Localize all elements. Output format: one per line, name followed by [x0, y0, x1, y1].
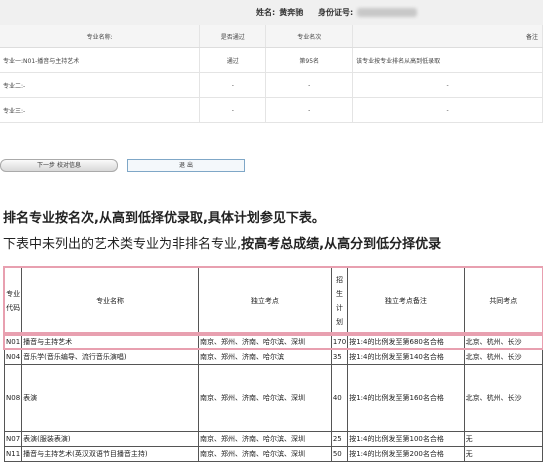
major-code: N08 — [3, 364, 23, 432]
header-code: 专业代码 — [3, 267, 23, 335]
result-header-row: 专业名称: 是否通过 专业名次 备注 — [0, 25, 543, 48]
major-name: 专业一:N01-播音与主持艺术 — [0, 47, 201, 73]
col-major-name: 专业名称: — [0, 25, 201, 48]
admission-rule-line2: 下表中未列出的艺术类专业为非排名专业,按高考总成绩,从高分到低分择优录 — [3, 233, 441, 252]
name-label: 姓名: — [256, 8, 276, 17]
next-verify-button[interactable]: 下一步 校对信息 — [0, 159, 118, 172]
quota: 170 — [330, 334, 349, 350]
identity-info: 姓名: 黄奔驰 身份证号: — [256, 7, 421, 18]
header-sites: 独立考点 — [197, 267, 332, 335]
name-value: 黄奔驰 — [279, 8, 304, 17]
admission-rule-line1: 排名专业按名次,从高到低择优录取,具体计划参见下表。 — [3, 211, 325, 226]
table-row: N07 表演(服装表演) 南京、郑州、济南、哈尔滨、深圳 25 按1:4的比例发… — [3, 431, 543, 447]
major-name: 表演(服装表演) — [21, 431, 199, 447]
sites-note: 按1:4的比例发至第200名合格 — [347, 446, 465, 462]
id-value-redacted — [357, 8, 418, 17]
exam-sites: 南京、郑州、济南、哈尔滨、深圳 — [197, 334, 332, 350]
common-sites: 无 — [463, 446, 543, 462]
header-sites-note: 独立考点备注 — [347, 267, 465, 335]
id-label: 身份证号: — [318, 8, 354, 17]
quota: 25 — [330, 431, 349, 447]
common-sites: 北京、杭州、长沙 — [463, 364, 543, 432]
col-pass: 是否通过 — [199, 25, 267, 48]
exam-sites: 南京、郑州、济南、哈尔滨、深圳 — [197, 446, 332, 462]
major-note: - — [352, 72, 543, 98]
major-rank: - — [265, 97, 354, 123]
table-row: N01 播音与主持艺术 南京、郑州、济南、哈尔滨、深圳 170 按1:4的比例发… — [3, 334, 543, 350]
header-bar: 姓名: 黄奔驰 身份证号: — [0, 0, 543, 26]
exam-sites: 南京、郑州、济南、哈尔滨 — [197, 349, 332, 365]
major-code: N07 — [3, 431, 23, 447]
common-sites: 无 — [463, 431, 543, 447]
major-note: - — [352, 97, 543, 123]
result-table: 专业名称: 是否通过 专业名次 备注 专业一:N01-播音与主持艺术 通过 第9… — [0, 25, 543, 123]
header-name: 专业名称 — [21, 267, 199, 335]
table-row: 专业三:- - - - — [0, 97, 543, 123]
major-code: N04 — [3, 349, 23, 365]
major-code: N01 — [3, 334, 23, 350]
table-row: N04 音乐学(音乐编导、流行音乐演唱) 南京、郑州、济南、哈尔滨 35 按1:… — [3, 349, 543, 365]
sites-note: 按1:4的比例发至第140名合格 — [347, 349, 465, 365]
major-rank: - — [265, 72, 354, 98]
common-sites: 北京、杭州、长沙 — [463, 349, 543, 365]
major-rank: 第95名 — [265, 47, 354, 73]
line2-bold-text: 按高考总成绩,从高分到低分择优录 — [241, 237, 442, 252]
col-note: 备注 — [352, 25, 543, 48]
quota: 50 — [330, 446, 349, 462]
table-row: 专业一:N01-播音与主持艺术 通过 第95名 该专业按专业排名从高到低录取 — [0, 47, 543, 73]
major-name: 播音与主持艺术(英汉双语节目播音主持) — [21, 446, 199, 462]
major-name: 音乐学(音乐编导、流行音乐演唱) — [21, 349, 199, 365]
table-row: 专业二:- - - - — [0, 72, 543, 98]
line2-text: 下表中未列出的艺术类专业为非排名专业, — [3, 237, 242, 252]
exam-sites: 南京、郑州、济南、哈尔滨、深圳 — [197, 364, 332, 432]
enrollment-plan-table: 专业代码 专业名称 独立考点 招生计划 独立考点备注 共同考点 N01 播音与主… — [3, 267, 543, 462]
pass-status: 通过 — [199, 47, 267, 73]
table-row: N11 播音与主持艺术(英汉双语节目播音主持) 南京、郑州、济南、哈尔滨、深圳 … — [3, 446, 543, 462]
exam-sites: 南京、郑州、济南、哈尔滨、深圳 — [197, 431, 332, 447]
major-note: 该专业按专业排名从高到低录取 — [352, 47, 543, 73]
header-quota: 招生计划 — [330, 267, 349, 335]
pass-status: - — [199, 97, 267, 123]
header-common: 共同考点 — [463, 267, 543, 335]
pass-status: - — [199, 72, 267, 98]
major-name: 专业三:- — [0, 97, 201, 123]
sites-note: 按1:4的比例发至第100名合格 — [347, 431, 465, 447]
plan-header-row: 专业代码 专业名称 独立考点 招生计划 独立考点备注 共同考点 — [3, 267, 543, 335]
quota: 40 — [330, 364, 349, 432]
quota: 35 — [330, 349, 349, 365]
major-name: 专业二:- — [0, 72, 201, 98]
major-name: 播音与主持艺术 — [21, 334, 199, 350]
exit-button[interactable]: 退 出 — [127, 159, 245, 172]
sites-note: 按1:4的比例发至第680名合格 — [347, 334, 465, 350]
col-rank: 专业名次 — [265, 25, 354, 48]
sites-note: 按1:4的比例发至第160名合格 — [347, 364, 465, 432]
common-sites: 北京、杭州、长沙 — [463, 334, 543, 350]
major-code: N11 — [3, 446, 23, 462]
table-row: N08 表演 南京、郑州、济南、哈尔滨、深圳 40 按1:4的比例发至第160名… — [3, 364, 543, 432]
major-name: 表演 — [21, 364, 199, 432]
